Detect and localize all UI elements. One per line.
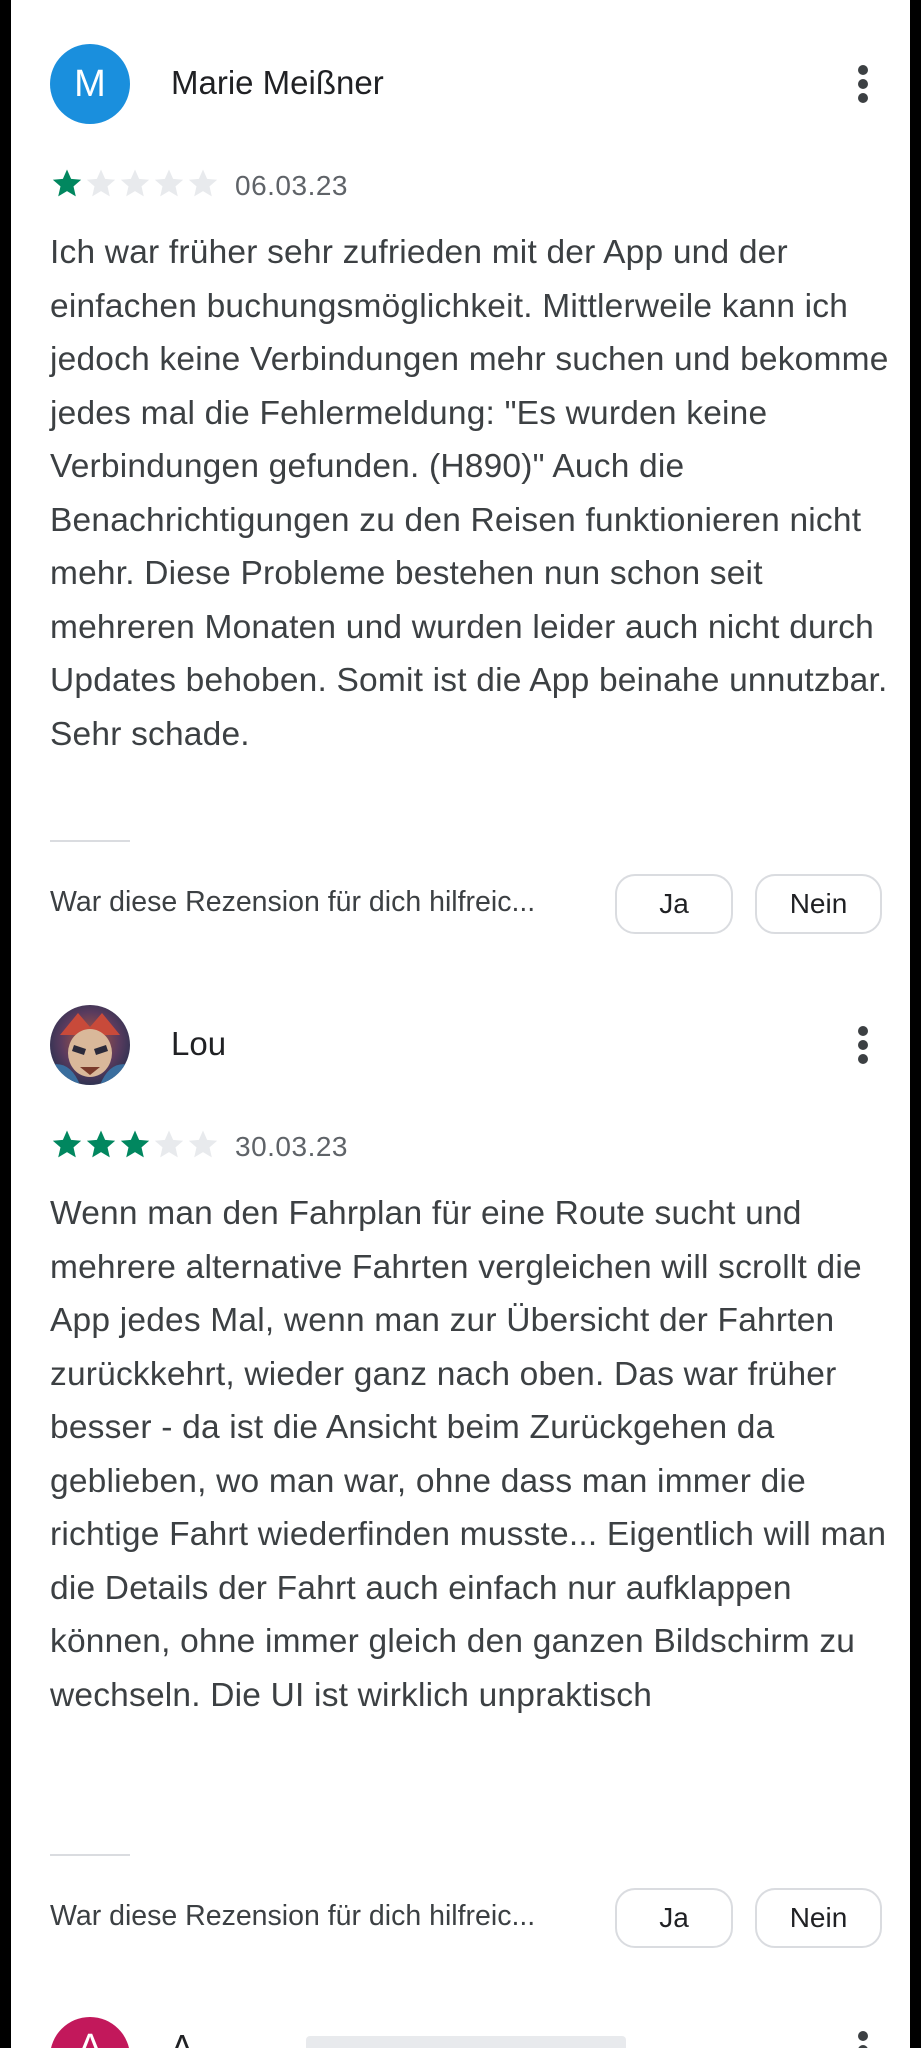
review-text: Wenn man den Fahrplan für eine Route suc… [50, 1195, 887, 1714]
review-header: Lou [50, 1003, 890, 1087]
author-name: A [171, 2028, 194, 2048]
more-vert-icon [858, 1026, 868, 1064]
helpful-row: War diese Rezension für dich hilfreic...… [50, 1888, 890, 1948]
helpful-row: War diese Rezension für dich hilfreic...… [50, 874, 890, 934]
helpful-question: War diese Rezension für dich hilfreic... [50, 886, 536, 918]
star-empty-icon [188, 1130, 218, 1158]
avatar: A [50, 2017, 130, 2048]
rating-row: 06.03.23 [50, 166, 450, 206]
helpful-no-button[interactable]: Nein [755, 1888, 882, 1948]
more-vert-icon [858, 65, 868, 103]
star-filled-icon [120, 1130, 150, 1158]
more-options-button[interactable] [848, 1021, 878, 1069]
star-rating [50, 166, 220, 200]
helpful-yes-button[interactable]: Ja [615, 874, 733, 934]
more-vert-icon [858, 2031, 868, 2048]
rating-row: 30.03.23 [50, 1127, 450, 1167]
divider [50, 1854, 130, 1856]
star-empty-icon [188, 169, 218, 197]
more-options-button[interactable] [848, 2030, 878, 2048]
star-filled-icon [86, 1130, 116, 1158]
avatar [50, 1005, 130, 1085]
helpful-no-button[interactable]: Nein [755, 874, 882, 934]
helpful-yes-button[interactable]: Ja [615, 1888, 733, 1948]
review-header: M Marie Meißner [50, 42, 890, 126]
star-filled-icon [52, 1130, 82, 1158]
avatar-letter: M [74, 62, 106, 105]
review-date: 30.03.23 [235, 1131, 348, 1162]
badge-placeholder [306, 2036, 626, 2048]
star-empty-icon [120, 169, 150, 197]
review-text: Ich war früher sehr zufrieden mit der Ap… [50, 234, 889, 753]
review-date: 06.03.23 [235, 170, 348, 201]
more-options-button[interactable] [848, 60, 878, 108]
star-filled-icon [52, 169, 82, 197]
avatar: M [50, 44, 130, 124]
helpful-question: War diese Rezension für dich hilfreic... [50, 1900, 536, 1932]
author-name: Lou [171, 1025, 227, 1062]
star-rating [50, 1127, 220, 1161]
star-empty-icon [86, 169, 116, 197]
avatar-letter: A [77, 2027, 103, 2048]
reviews-screen: M Marie Meißner 06.03.23 Ich war früher … [11, 0, 910, 2048]
author-name: Marie Meißner [171, 64, 384, 101]
divider [50, 840, 130, 842]
star-empty-icon [154, 169, 184, 197]
profile-picture [50, 1005, 130, 1085]
star-empty-icon [154, 1130, 184, 1158]
